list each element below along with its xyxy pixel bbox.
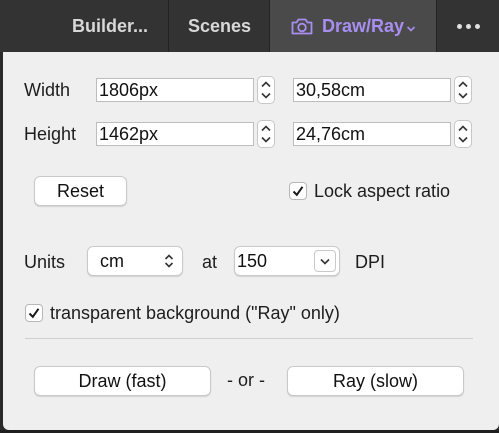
divider [25, 338, 473, 339]
width-cm-stepper[interactable] [454, 76, 472, 104]
lock-aspect-label: Lock aspect ratio [314, 181, 451, 201]
checkmark-icon [28, 308, 40, 319]
draw-ray-panel: Width Height Reset Lock aspect ratio Uni… [3, 52, 499, 430]
dpi-dropdown-button[interactable] [314, 250, 336, 272]
tab-builder[interactable]: Builder... [52, 0, 169, 52]
height-cm-stepper[interactable] [454, 120, 472, 148]
tab-builder-label: Builder... [71, 15, 149, 36]
transparent-background-label: transparent background ("Ray" only) [50, 303, 340, 323]
draw-fast-label: Draw (fast) [78, 370, 167, 391]
dpi-label: DPI [355, 252, 386, 272]
lock-aspect-checkbox[interactable] [289, 182, 307, 200]
width-label: Width [24, 80, 71, 100]
tab-draw-ray-label: Draw/Ray [321, 15, 405, 36]
tab-scenes[interactable]: Scenes [170, 0, 270, 52]
height-px-field[interactable] [96, 122, 254, 146]
height-cm-field[interactable] [293, 122, 451, 146]
dpi-value[interactable]: 150 [237, 251, 267, 272]
height-label: Height [24, 124, 77, 144]
tab-draw-ray[interactable]: Draw/Ray [270, 0, 436, 52]
ray-slow-label: Ray (slow) [332, 370, 418, 391]
transparent-background-checkbox[interactable] [25, 304, 43, 322]
width-px-field[interactable] [96, 78, 254, 102]
camera-icon [291, 18, 313, 35]
at-label: at [202, 252, 218, 272]
tab-scenes-label: Scenes [187, 15, 252, 36]
more-button[interactable] [436, 0, 499, 52]
chevron-down-icon[interactable] [406, 25, 416, 33]
reset-button[interactable]: Reset [34, 176, 127, 206]
chevron-down-icon [320, 258, 330, 265]
units-label: Units [24, 252, 66, 272]
units-select-value: cm [100, 251, 124, 271]
draw-fast-button[interactable]: Draw (fast) [34, 366, 211, 396]
width-px-stepper[interactable] [257, 76, 275, 104]
more-dots-icon [456, 23, 480, 29]
units-select[interactable]: cm [87, 246, 183, 276]
height-px-stepper[interactable] [257, 120, 275, 148]
up-down-chevron-icon [164, 254, 174, 268]
tab-bar: Builder... Scenes Draw/Ray [0, 0, 499, 52]
or-label: - or - [227, 370, 265, 390]
checkmark-icon [292, 186, 304, 197]
ray-slow-button[interactable]: Ray (slow) [287, 366, 464, 396]
width-cm-field[interactable] [293, 78, 451, 102]
dpi-combobox[interactable]: 150 [234, 246, 340, 276]
reset-button-label: Reset [56, 180, 105, 201]
